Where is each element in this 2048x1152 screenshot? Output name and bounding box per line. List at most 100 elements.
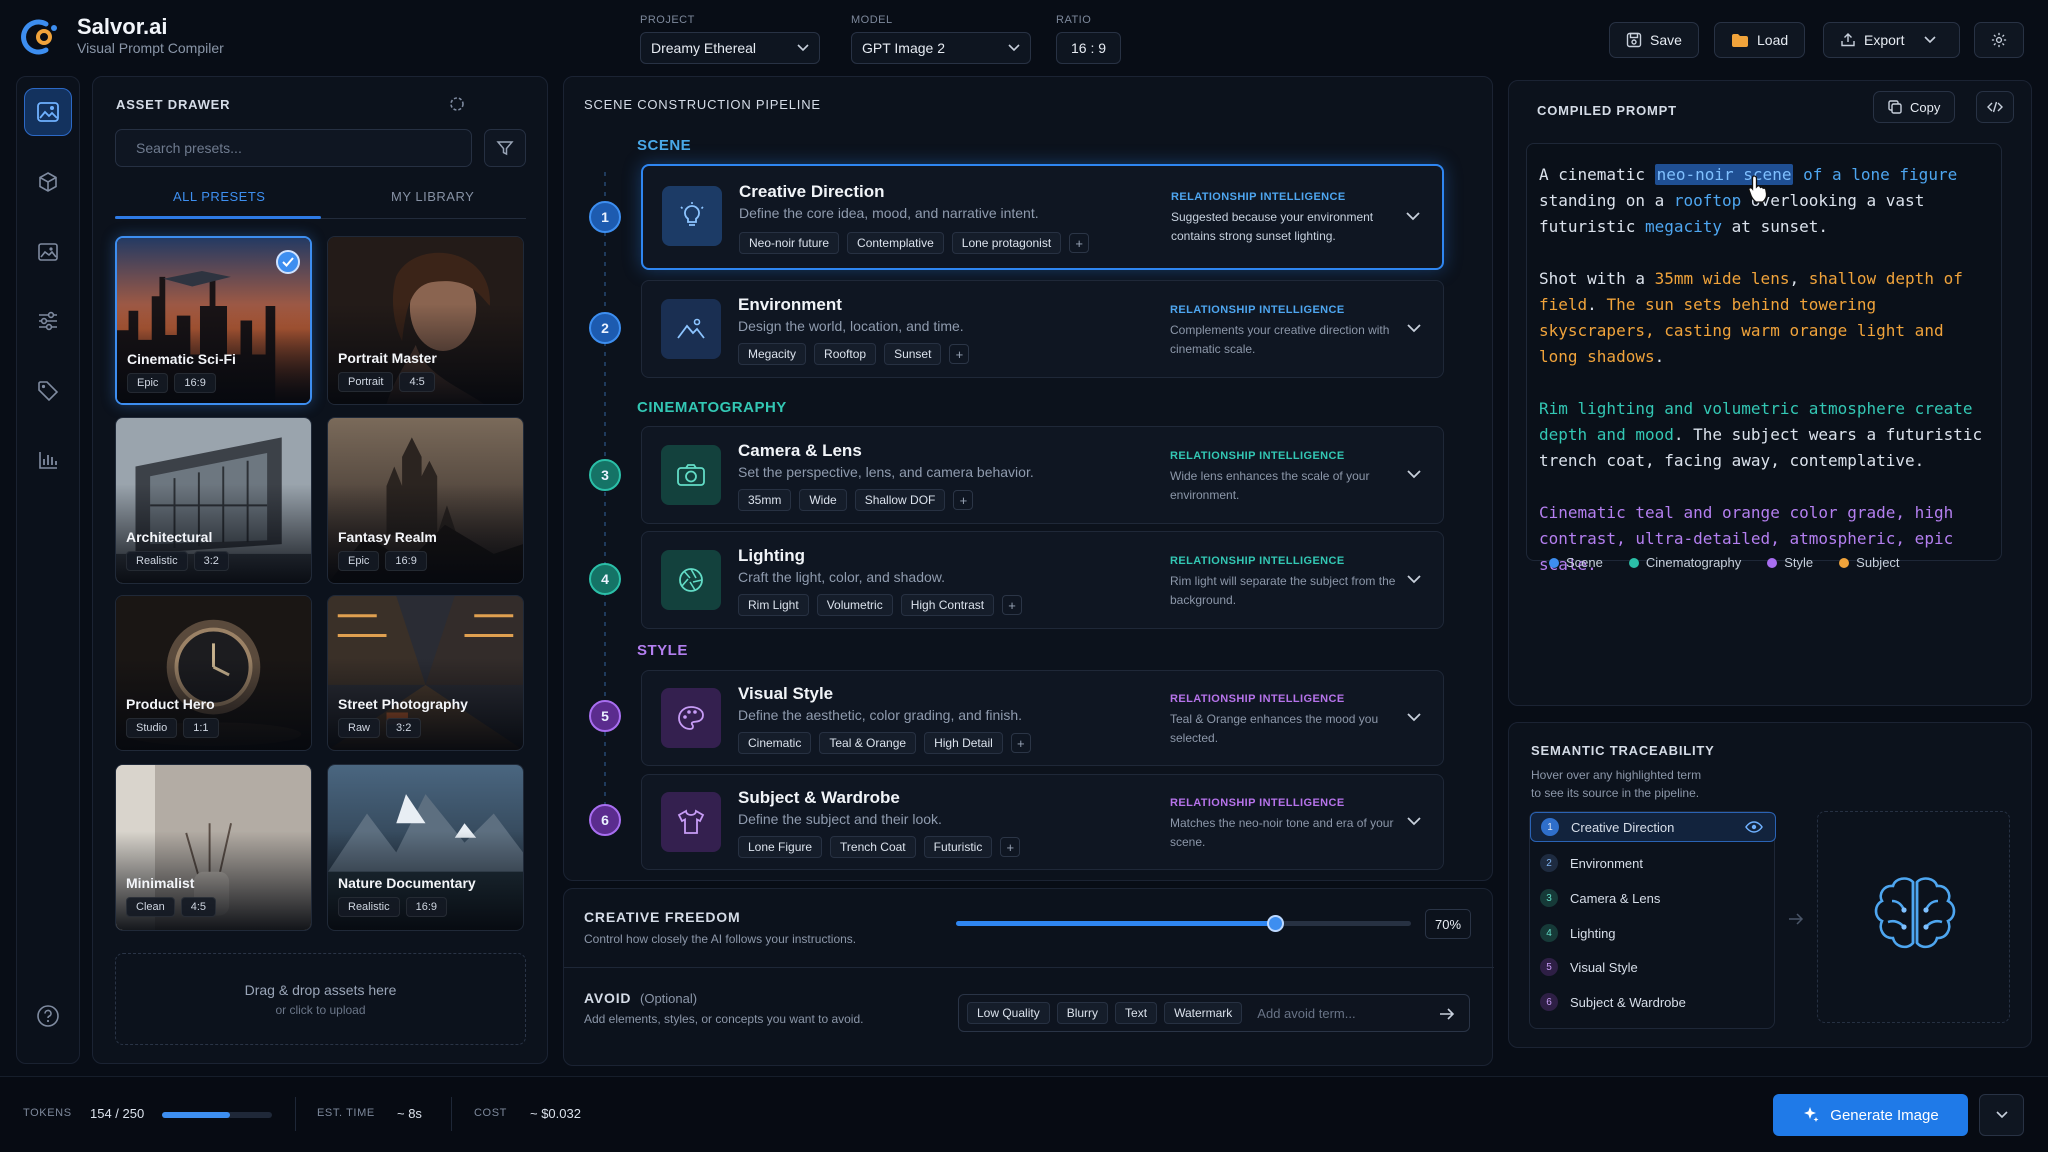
chevron-down-icon[interactable] — [1407, 470, 1421, 479]
refresh-icon[interactable] — [448, 95, 466, 113]
chip[interactable]: Lone Figure — [738, 836, 823, 858]
chip[interactable]: Lone protagonist — [951, 232, 1062, 254]
trace-item-environment[interactable]: 2 Environment — [1530, 848, 1776, 878]
code-view-button[interactable] — [1976, 91, 2014, 123]
project-select[interactable]: PROJECT Dreamy Ethereal — [640, 14, 820, 64]
prompt-segment-subj[interactable]: 35mm wide lens — [1655, 269, 1790, 288]
tab-all-presets[interactable]: ALL PRESETS — [173, 189, 265, 204]
load-button[interactable]: Load — [1714, 22, 1806, 58]
slider-handle[interactable] — [1267, 915, 1284, 932]
rail-analytics-button[interactable] — [24, 436, 72, 484]
preset-card-nature-documentary[interactable]: Nature Documentary Realistic 16:9 — [327, 764, 524, 931]
trace-item-creative-direction[interactable]: 1 Creative Direction — [1530, 812, 1776, 842]
chip[interactable]: Trench Coat — [830, 836, 916, 858]
avoid-term-input[interactable]: Add avoid term... — [1257, 1006, 1355, 1021]
preset-card-street-photography[interactable]: Street Photography Raw 3:2 — [327, 595, 524, 751]
arrow-right-icon[interactable] — [1439, 1008, 1455, 1020]
avoid-input-box[interactable]: Low Quality Blurry Text Watermark Add av… — [958, 994, 1470, 1032]
export-button[interactable]: Export — [1823, 22, 1960, 58]
prompt-segment-scene[interactable]: rooftop — [1674, 191, 1741, 210]
pipeline-card-camera-lens[interactable]: Camera & Lens Set the perspective, lens,… — [641, 426, 1444, 524]
chevron-down-icon[interactable] — [1924, 36, 1937, 44]
generate-image-button[interactable]: Generate Image — [1773, 1094, 1968, 1136]
add-chip-button[interactable]: + — [1002, 595, 1023, 615]
add-chip-button[interactable]: + — [953, 490, 974, 510]
preset-search-input[interactable]: Search presets... — [115, 129, 472, 167]
chip[interactable]: Rooftop — [814, 343, 877, 365]
tab-my-library[interactable]: MY LIBRARY — [391, 189, 474, 204]
preset-card-portrait-master[interactable]: Portrait Master Portrait 4:5 — [327, 236, 524, 405]
avoid-chip[interactable]: Watermark — [1164, 1002, 1243, 1024]
chevron-down-icon[interactable] — [1407, 324, 1421, 333]
preset-card-fantasy-realm[interactable]: Fantasy Realm Epic 16:9 — [327, 417, 524, 584]
freedom-slider[interactable] — [956, 915, 1411, 932]
chip[interactable]: Teal & Orange — [819, 732, 917, 754]
preset-card-product-hero[interactable]: Product Hero Studio 1:1 — [115, 595, 312, 751]
highlighted-term[interactable]: neo-noir scene — [1654, 164, 1794, 185]
chip[interactable]: High Contrast — [900, 594, 995, 616]
prompt-segment-scene[interactable]: megacity — [1645, 217, 1722, 236]
trace-item-visual-style[interactable]: 5 Visual Style — [1530, 952, 1776, 982]
chip[interactable]: Volumetric — [816, 594, 893, 616]
prompt-text-area[interactable]: A cinematic neo-noir scene of a lone fig… — [1526, 143, 2002, 574]
add-chip-button[interactable]: + — [949, 344, 970, 364]
relationship-text: Matches the neo-noir tone and era of you… — [1170, 816, 1394, 849]
chevron-down-icon[interactable] — [1406, 212, 1420, 221]
chip[interactable]: Wide — [799, 489, 847, 511]
chip[interactable]: Cinematic — [738, 732, 812, 754]
model-select[interactable]: MODEL GPT Image 2 — [851, 14, 1031, 64]
chip[interactable]: Neo-noir future — [739, 232, 840, 254]
chevron-down-icon[interactable] — [1407, 575, 1421, 584]
chip[interactable]: Rim Light — [738, 594, 809, 616]
chip[interactable]: Megacity — [738, 343, 807, 365]
preset-card-cinematic-sci-fi[interactable]: Cinematic Sci-Fi Epic 16:9 — [115, 236, 312, 405]
chip[interactable]: Futuristic — [923, 836, 993, 858]
ratio-select[interactable]: RATIO 16 : 9 — [1056, 14, 1121, 64]
copy-button[interactable]: Copy — [1873, 91, 1956, 123]
rail-adjust-button[interactable] — [24, 297, 72, 345]
freedom-value: 70% — [1425, 909, 1471, 939]
filter-button[interactable] — [484, 129, 526, 167]
generate-options-button[interactable] — [1979, 1094, 2024, 1136]
prompt-segment-scene[interactable]: of a lone figure — [1793, 165, 1957, 184]
preset-card-architectural[interactable]: Architectural Realistic 3:2 — [115, 417, 312, 584]
divider — [451, 1097, 452, 1131]
chevron-down-icon[interactable] — [1407, 713, 1421, 722]
rail-tags-button[interactable] — [24, 367, 72, 415]
chip[interactable]: 35mm — [738, 489, 792, 511]
pipeline-card-visual-style[interactable]: Visual Style Define the aesthetic, color… — [641, 670, 1444, 766]
trace-description-line2: to see its source in the pipeline. — [1531, 786, 1700, 800]
settings-button[interactable] — [1974, 22, 2024, 58]
pipeline-card-lighting[interactable]: Lighting Craft the light, color, and sha… — [641, 531, 1444, 629]
tag-icon — [38, 381, 59, 402]
chip[interactable]: Contemplative — [847, 232, 944, 254]
app-subtitle: Visual Prompt Compiler — [77, 40, 224, 56]
asset-drawer-title: ASSET DRAWER — [116, 97, 231, 112]
chip[interactable]: High Detail — [924, 732, 1003, 754]
avoid-chip[interactable]: Low Quality — [967, 1002, 1050, 1024]
eye-icon[interactable] — [1745, 821, 1763, 833]
add-chip-button[interactable]: + — [1000, 837, 1021, 857]
trace-item-lighting[interactable]: 4 Lighting — [1530, 918, 1776, 948]
trace-item-subject-wardrobe[interactable]: 6 Subject & Wardrobe — [1530, 987, 1776, 1017]
rail-gallery-button[interactable] — [24, 88, 72, 136]
preset-card-minimalist[interactable]: Minimalist Clean 4:5 — [115, 764, 312, 931]
chip[interactable]: Shallow DOF — [854, 489, 946, 511]
pipeline-card-creative-direction[interactable]: Creative Direction Define the core idea,… — [641, 164, 1444, 270]
upload-dropzone[interactable]: Drag & drop assets here or click to uplo… — [115, 953, 526, 1045]
add-chip-button[interactable]: + — [1010, 733, 1031, 753]
avoid-chip[interactable]: Text — [1115, 1002, 1158, 1024]
chip[interactable]: Sunset — [884, 343, 942, 365]
pipeline-card-environment[interactable]: Environment Design the world, location, … — [641, 280, 1444, 378]
rail-objects-button[interactable] — [24, 158, 72, 206]
help-button[interactable] — [24, 992, 72, 1040]
pipeline-card-subject-wardrobe[interactable]: Subject & Wardrobe Define the subject an… — [641, 774, 1444, 870]
preset-name: Product Hero — [126, 696, 215, 712]
trace-item-camera-lens[interactable]: 3 Camera & Lens — [1530, 883, 1776, 913]
chevron-down-icon[interactable] — [1407, 817, 1421, 826]
save-button[interactable]: Save — [1609, 22, 1699, 58]
step-title: Subject & Wardrobe — [738, 788, 900, 807]
add-chip-button[interactable]: + — [1069, 233, 1090, 253]
rail-images-button[interactable] — [24, 228, 72, 276]
avoid-chip[interactable]: Blurry — [1056, 1002, 1109, 1024]
